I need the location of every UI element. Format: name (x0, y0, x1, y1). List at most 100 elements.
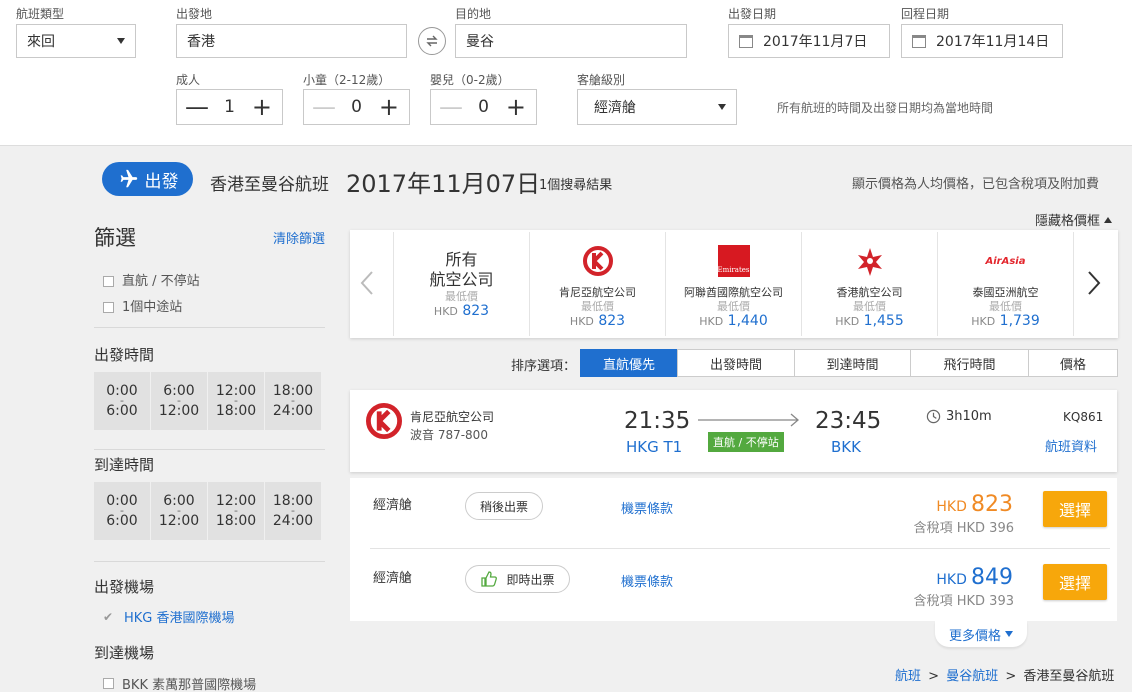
infants-value: 0 (478, 97, 489, 117)
flight-details-link[interactable]: 航班資料 (1045, 436, 1097, 455)
time-slot-button[interactable]: 12:00-18:00 (208, 372, 265, 430)
filter-arrive-airport[interactable]: BKK 素萬那普國際機場 (103, 674, 256, 692)
flight-number: KQ861 (1063, 410, 1104, 424)
trip-type-select[interactable]: 來回 (16, 24, 136, 58)
breadcrumb-current: 香港至曼谷航班 (1023, 669, 1115, 684)
thumbs-up-icon (481, 571, 498, 587)
checkbox[interactable] (103, 678, 114, 689)
airline-airasia[interactable]: AirAsia 泰國亞洲航空 最低價 HKD 1,739 (937, 232, 1073, 336)
children-minus-button[interactable]: — (312, 95, 336, 119)
chevron-right-icon[interactable] (1087, 270, 1109, 300)
arrive-time-title: 到達時間 (94, 456, 155, 474)
calendar-icon (739, 34, 753, 48)
airline-all-line1: 所有 (445, 250, 478, 269)
depart-time-title: 出發時間 (94, 346, 155, 364)
cabin-value: 經濟艙 (594, 100, 636, 116)
depart-date-label: 出發日期 (728, 7, 777, 21)
time-slot-button[interactable]: 0:00-6:00 (94, 372, 151, 430)
breadcrumb-bangkok[interactable]: 曼谷航班 (946, 669, 998, 684)
airline-name: 阿聯酋國際航空公司 (684, 286, 783, 299)
time-slot-button[interactable]: 18:00-24:00 (265, 482, 322, 540)
breadcrumb-flights[interactable]: 航班 (895, 669, 921, 684)
return-date-input[interactable]: 2017年11月14日 (901, 24, 1063, 58)
min-price-label: 最低價 (717, 300, 750, 313)
time-slot-button[interactable]: 12:00-18:00 (208, 482, 265, 540)
route-title: 香港至曼谷航班 (210, 175, 329, 195)
flight-duration: 3h10m (926, 409, 992, 424)
sort-price[interactable]: 價格 (1028, 349, 1118, 377)
airline-emirates[interactable]: Emirates 阿聯酋國際航空公司 最低價 HKD 1,440 (665, 232, 801, 336)
fare-ticketing-badge: 稍後出票 (465, 492, 543, 520)
caret-up-icon (1104, 216, 1113, 223)
fare-terms-link[interactable]: 機票條款 (621, 498, 673, 517)
filter-stop-one[interactable]: 1個中途站 (103, 296, 334, 315)
infants-minus-button[interactable]: — (439, 95, 463, 119)
clear-filters-link[interactable]: 清除篩選 (273, 228, 325, 247)
time-slot-button[interactable]: 18:00-24:00 (265, 372, 322, 430)
depart-date-input[interactable]: 2017年11月7日 (728, 24, 890, 58)
airline-hongkong[interactable]: 香港航空公司 最低價 HKD 1,455 (801, 232, 937, 336)
chevron-left-icon[interactable] (360, 270, 382, 300)
arrow-right-icon (698, 413, 802, 431)
breadcrumb-separator: > (928, 669, 940, 684)
adults-plus-button[interactable]: + (250, 95, 274, 119)
fare-cabin: 經濟艙 (373, 498, 413, 513)
arrive-airport: BKK (831, 438, 861, 456)
sort-direct-first[interactable]: 直航優先 (580, 349, 678, 377)
hide-price-grid-toggle[interactable]: 隱藏格價框 (1035, 210, 1113, 229)
arrive-airport-title: 到達機場 (94, 644, 155, 662)
local-time-note: 所有航班的時間及出發日期均為當地時間 (777, 101, 994, 115)
fare-price: HKD 849 (936, 565, 1013, 590)
min-price-label: 最低價 (581, 300, 614, 313)
arrive-time-grid: 0:00-6:00 6:00-12:00 12:00-18:00 18:00-2… (94, 482, 322, 540)
fare-ticketing-badge: 即時出票 (465, 565, 570, 593)
fare-price-value: 823 (971, 492, 1013, 517)
select-fare-button[interactable]: 選擇 (1043, 491, 1107, 527)
depart-airport: HKG T1 (626, 438, 683, 456)
filter-stop-nonstop[interactable]: 直航 / 不停站 (103, 270, 334, 289)
airline-all-line2: 航空公司 (429, 270, 494, 289)
sort-label: 排序選項： (511, 359, 577, 374)
flight-aircraft: 波音 787-800 (410, 428, 488, 442)
checkbox[interactable] (103, 276, 114, 287)
infants-plus-button[interactable]: + (504, 95, 528, 119)
more-prices-button[interactable]: 更多價格 (935, 621, 1027, 647)
select-fare-button[interactable]: 選擇 (1043, 564, 1107, 600)
divider (94, 327, 325, 328)
adults-label: 成人 (176, 73, 201, 87)
filter-panel: 篩選 清除篩選 (94, 224, 325, 250)
time-slot-button[interactable]: 0:00-6:00 (94, 482, 151, 540)
adults-minus-button[interactable]: — (185, 95, 209, 119)
sort-depart-time[interactable]: 出發時間 (677, 349, 795, 377)
time-slot-button[interactable]: 6:00-12:00 (151, 482, 208, 540)
fare-price: HKD 823 (936, 492, 1013, 517)
sort-flight-time[interactable]: 飛行時間 (910, 349, 1029, 377)
fare-terms-link[interactable]: 機票條款 (621, 571, 673, 590)
price-note: 顯示價格為人均價格，已包含稅項及附加費 (852, 177, 1100, 192)
airline-name: 泰國亞洲航空 (972, 286, 1039, 299)
destination-input[interactable]: 曼谷 (455, 24, 687, 58)
swap-icon[interactable] (418, 27, 446, 55)
breadcrumb: 航班 > 曼谷航班 > 香港至曼谷航班 (895, 665, 1114, 684)
min-price-label: 最低價 (853, 300, 886, 313)
sort-arrive-time[interactable]: 到達時間 (794, 349, 911, 377)
destination-label: 目的地 (455, 7, 492, 21)
filter-depart-airport[interactable]: ✔ HKG 香港國際機場 (103, 607, 235, 627)
checkmark-icon[interactable]: ✔ (103, 610, 114, 624)
cabin-select[interactable]: 經濟艙 (577, 89, 737, 125)
time-slot-button[interactable]: 6:00-12:00 (151, 372, 208, 430)
airline-all[interactable]: 所有 航空公司 最低價 HKD 823 (393, 232, 529, 336)
children-plus-button[interactable]: + (377, 95, 401, 119)
airasia-logo: AirAsia (985, 255, 1026, 267)
duration-value: 3h10m (946, 409, 992, 424)
checkbox[interactable] (103, 302, 114, 313)
return-date-label: 回程日期 (901, 7, 950, 21)
kenya-airways-logo (530, 240, 665, 282)
airline-price: 1,455 (863, 313, 904, 329)
origin-input[interactable]: 香港 (176, 24, 407, 58)
airline-price: 823 (598, 313, 626, 329)
destination-value: 曼谷 (466, 34, 494, 50)
fare-tax: 含稅項 HKD 396 (913, 521, 1014, 536)
airline-kenya[interactable]: 肯尼亞航空公司 最低價 HKD 823 (529, 232, 665, 336)
depart-pill-label: 出發 (144, 171, 179, 192)
